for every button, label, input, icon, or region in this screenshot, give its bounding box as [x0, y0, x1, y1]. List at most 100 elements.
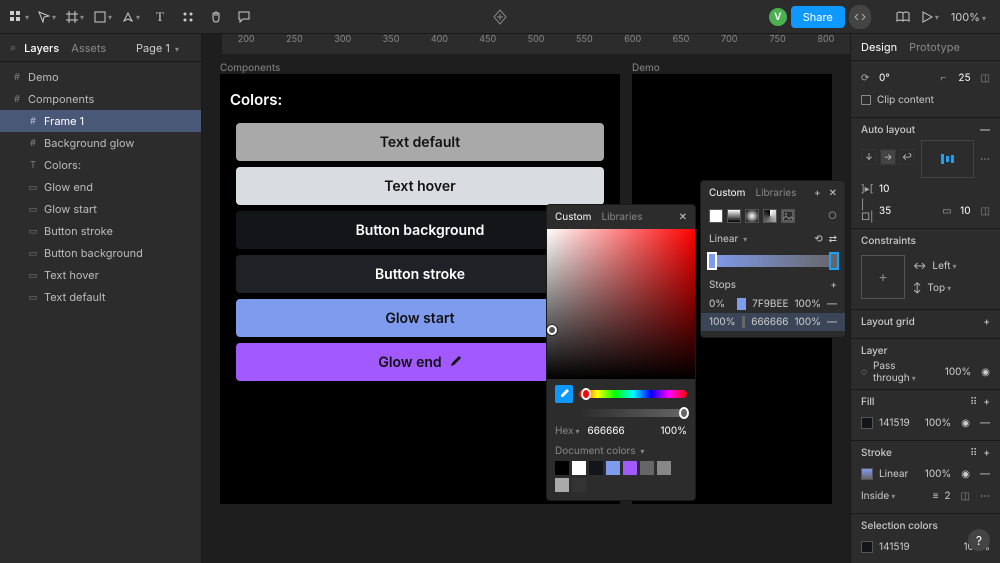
- stroke-weight-input[interactable]: 2: [944, 490, 950, 502]
- gradient-bar[interactable]: [709, 255, 837, 267]
- zoom-level[interactable]: 100%▾: [947, 10, 992, 24]
- visibility-icon[interactable]: ◉: [981, 366, 990, 378]
- constraints-widget[interactable]: +: [861, 255, 905, 299]
- document-color-swatch[interactable]: [572, 461, 586, 475]
- paint-type-radial[interactable]: [745, 209, 759, 223]
- present-button[interactable]: ▾: [919, 5, 943, 29]
- vgap-input[interactable]: 10: [960, 205, 970, 217]
- shape-tool[interactable]: ▾: [92, 5, 116, 29]
- hand-tool[interactable]: [204, 5, 228, 29]
- document-color-swatch[interactable]: [555, 461, 569, 475]
- stop-swatch[interactable]: [742, 316, 746, 328]
- stroke-more-icon[interactable]: ⋯: [980, 490, 990, 502]
- share-button[interactable]: Share: [791, 6, 845, 28]
- clip-content-checkbox[interactable]: [861, 95, 871, 105]
- paint-type-angular[interactable]: [763, 209, 777, 223]
- remove-stop-icon[interactable]: —: [827, 298, 837, 310]
- hex-label[interactable]: Hex▾: [555, 425, 582, 437]
- stroke-style-icon[interactable]: ⠿: [970, 447, 977, 459]
- frame-label-components[interactable]: Components: [220, 62, 280, 74]
- stop-hex[interactable]: 7F9BEE: [752, 298, 788, 310]
- layer-item[interactable]: TColors:: [0, 154, 201, 176]
- stop-opacity[interactable]: 100%: [794, 316, 821, 328]
- paint-type-linear[interactable]: [727, 209, 741, 223]
- text-tool[interactable]: T: [148, 5, 172, 29]
- alignment-box[interactable]: [921, 140, 974, 178]
- layer-item[interactable]: ▭Button stroke: [0, 220, 201, 242]
- dev-mode-toggle[interactable]: [849, 5, 871, 29]
- add-grid-icon[interactable]: +: [983, 316, 990, 328]
- h-constraint-select[interactable]: Left▾: [932, 260, 958, 272]
- stroke-type[interactable]: Linear: [879, 468, 908, 480]
- eyedropper-button[interactable]: [555, 385, 573, 403]
- selcolor-swatch[interactable]: [861, 541, 873, 553]
- remove-fill-icon[interactable]: —: [980, 417, 990, 429]
- alpha-handle[interactable]: [679, 407, 689, 419]
- hue-slider[interactable]: [579, 390, 687, 398]
- user-avatar[interactable]: V: [769, 8, 787, 26]
- document-color-swatch[interactable]: [640, 461, 654, 475]
- direction-horizontal[interactable]: →: [880, 149, 896, 165]
- gradient-stop-handle[interactable]: [829, 252, 839, 270]
- layer-item[interactable]: ▭Text hover: [0, 264, 201, 286]
- layer-item[interactable]: #Frame 1: [0, 110, 201, 132]
- pen-tool[interactable]: ▾: [120, 5, 144, 29]
- style-settings-icon[interactable]: ○: [828, 210, 837, 222]
- search-icon[interactable]: ⌕: [10, 40, 16, 55]
- blend-mode-select[interactable]: Pass through▾: [873, 360, 939, 384]
- document-color-swatch[interactable]: [657, 461, 671, 475]
- alpha-slider[interactable]: [579, 409, 687, 417]
- rotation-input[interactable]: 0°: [879, 72, 890, 84]
- v-constraint-select[interactable]: Top▾: [927, 282, 953, 294]
- prototype-tab[interactable]: Prototype: [909, 40, 960, 54]
- layer-item[interactable]: ▭Glow start: [0, 198, 201, 220]
- padding-individual-icon[interactable]: ◫: [981, 205, 990, 217]
- frame-label-demo[interactable]: Demo: [632, 62, 660, 74]
- add-fill-icon[interactable]: +: [983, 396, 990, 408]
- layer-item[interactable]: ▭Text default: [0, 286, 201, 308]
- page-selector[interactable]: Page 1 ▾: [136, 41, 191, 55]
- layer-item[interactable]: #Components: [0, 88, 201, 110]
- stroke-swatch[interactable]: [861, 468, 873, 480]
- resources-tool[interactable]: [176, 5, 200, 29]
- paint-type-image[interactable]: [781, 209, 795, 223]
- hue-handle[interactable]: [581, 388, 591, 400]
- hgap-input[interactable]: 10: [879, 183, 889, 195]
- remove-stroke-icon[interactable]: —: [980, 468, 990, 480]
- main-menu-button[interactable]: ▾: [8, 5, 32, 29]
- document-color-swatch[interactable]: [606, 461, 620, 475]
- stroke-opacity[interactable]: 100%: [925, 468, 952, 480]
- style-swatch-row[interactable]: Text hover: [236, 167, 604, 205]
- comment-tool[interactable]: [232, 5, 256, 29]
- alpha-input[interactable]: 100%: [660, 425, 687, 437]
- vpad-input[interactable]: 35: [879, 205, 891, 217]
- gradient-stop-row[interactable]: 100% 666666 100% —: [701, 313, 845, 331]
- visibility-icon[interactable]: ◉: [961, 417, 970, 429]
- remove-stop-icon[interactable]: —: [827, 316, 837, 328]
- independent-corners-icon[interactable]: ◫: [981, 72, 990, 84]
- help-button[interactable]: ?: [968, 529, 990, 551]
- close-icon[interactable]: ✕: [679, 211, 687, 223]
- close-icon[interactable]: ✕: [829, 187, 837, 199]
- document-color-swatch[interactable]: [623, 461, 637, 475]
- fill-opacity[interactable]: 100%: [925, 417, 952, 429]
- frame-tool[interactable]: ▾: [64, 5, 88, 29]
- saturation-value-field[interactable]: [547, 229, 695, 379]
- layer-item[interactable]: ▭Glow end: [0, 176, 201, 198]
- gradient-type-label[interactable]: Linear ▾: [709, 233, 749, 245]
- direction-wrap[interactable]: ↩: [899, 149, 915, 165]
- stroke-sides-icon[interactable]: ◫: [961, 490, 970, 502]
- assets-tab[interactable]: Assets: [71, 41, 106, 55]
- stop-position[interactable]: 100%: [709, 316, 736, 328]
- layer-item[interactable]: #Background glow: [0, 132, 201, 154]
- stop-opacity[interactable]: 100%: [794, 298, 821, 310]
- gradient-stop-handle[interactable]: [707, 252, 717, 270]
- paint-type-solid[interactable]: [709, 209, 723, 223]
- stroke-position-select[interactable]: Inside▾: [861, 490, 897, 502]
- design-tab[interactable]: Design: [861, 40, 897, 54]
- stop-hex[interactable]: 666666: [751, 316, 788, 328]
- fill-style-icon[interactable]: ⠿: [970, 396, 977, 408]
- gradient-stop-row[interactable]: 0%7F9BEE100%—: [701, 295, 845, 313]
- layers-tab[interactable]: Layers: [24, 41, 59, 55]
- fill-swatch[interactable]: [861, 417, 873, 429]
